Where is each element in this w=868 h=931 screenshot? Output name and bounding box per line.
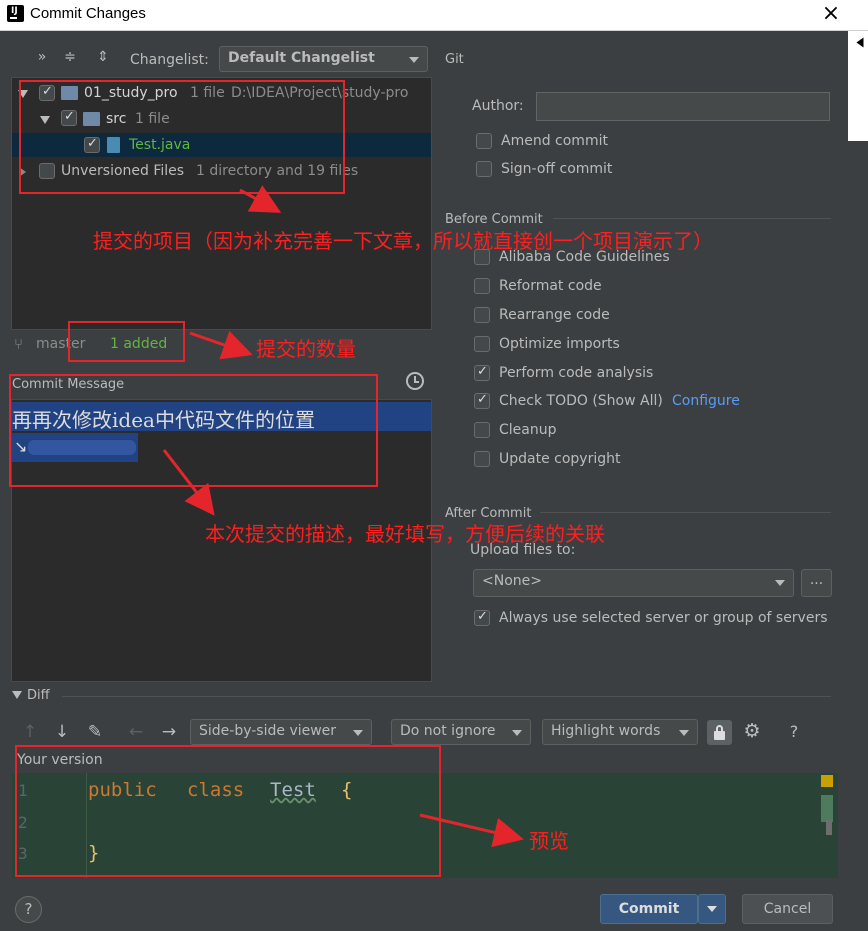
annotation-text-preview: 预览 — [529, 829, 569, 853]
annotation-text-tree: 提交的项目（因为补充完善一下文章，所以就直接创一个项目演示了） — [93, 229, 713, 253]
annotation-arrow — [162, 449, 215, 516]
annotation-text-count: 提交的数量 — [256, 337, 356, 361]
annotation-text-message: 本次提交的描述，最好填写，方便后续的关联 — [205, 522, 605, 546]
annotation-arrow — [419, 813, 524, 848]
annotation-arrows — [162, 185, 524, 848]
annotation-arrow — [189, 330, 253, 360]
annotation-arrow — [239, 185, 282, 213]
